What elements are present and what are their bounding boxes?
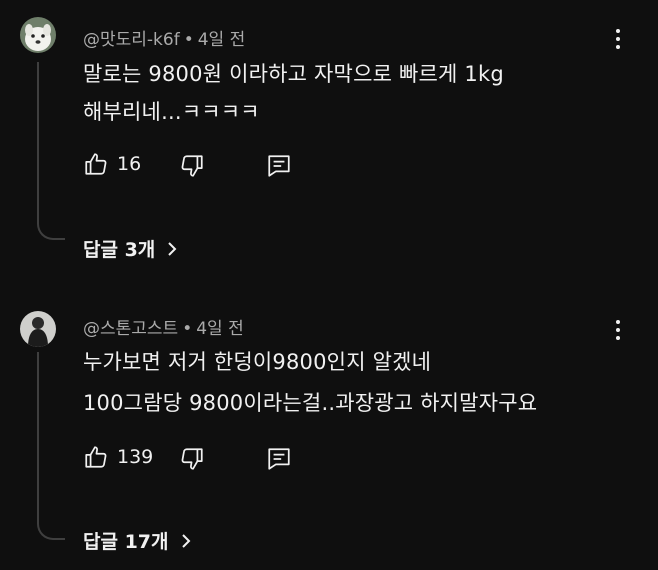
replies-label: 답글 3개: [83, 239, 156, 261]
like-button[interactable]: 139: [83, 444, 153, 470]
comment-avatar[interactable]: [20, 17, 56, 53]
replies-toggle[interactable]: 답글 17개: [83, 527, 191, 554]
comment-text-line: 100그람당 9800이라는걸..과장광고 하지말자구요: [83, 391, 538, 415]
reply-icon: [268, 155, 290, 177]
header-separator: •: [183, 30, 194, 50]
thumbs-down-icon: [181, 155, 203, 177]
replies-label: 답글 17개: [83, 531, 169, 553]
reply-button[interactable]: [266, 153, 292, 179]
comment-time[interactable]: 4일 전: [196, 319, 244, 339]
reply-button[interactable]: [266, 446, 292, 472]
comment-time[interactable]: 4일 전: [198, 30, 246, 50]
like-count: 139: [117, 446, 154, 468]
more-vert-icon[interactable]: [608, 24, 628, 54]
like-button[interactable]: 16: [83, 151, 141, 177]
comment-header: @스톤고스트 • 4일 전: [83, 314, 244, 339]
person-avatar-icon: [20, 311, 56, 347]
chevron-right-icon: [181, 533, 190, 548]
header-separator: •: [182, 319, 193, 339]
thread-line: [37, 62, 65, 240]
thumbs-up-icon: [85, 446, 107, 468]
more-vert-icon[interactable]: [608, 315, 628, 345]
thread-line: [37, 352, 65, 540]
comment-text-line: 누가보면 저거 한덩이9800인지 알겠네: [83, 350, 432, 374]
comment-header: @맛도리-k6f • 4일 전: [83, 25, 245, 50]
comment-author[interactable]: @맛도리-k6f: [83, 30, 180, 50]
chevron-right-icon: [168, 241, 177, 256]
thumbs-up-icon: [85, 153, 107, 175]
comment-text-line: 말로는 9800원 이라하고 자막으로 빠르게 1kg: [83, 62, 504, 86]
dislike-button[interactable]: [179, 153, 205, 179]
dog-avatar-icon: [20, 17, 56, 53]
like-count: 16: [117, 153, 142, 175]
replies-toggle[interactable]: 답글 3개: [83, 235, 177, 262]
comment-text-line: 해부리네...ㅋㅋㅋㅋ: [83, 100, 260, 124]
comment-avatar[interactable]: [20, 311, 56, 347]
comment-author[interactable]: @스톤고스트: [83, 319, 178, 339]
reply-icon: [268, 448, 290, 470]
dislike-button[interactable]: [179, 446, 205, 472]
thumbs-down-icon: [181, 448, 203, 470]
